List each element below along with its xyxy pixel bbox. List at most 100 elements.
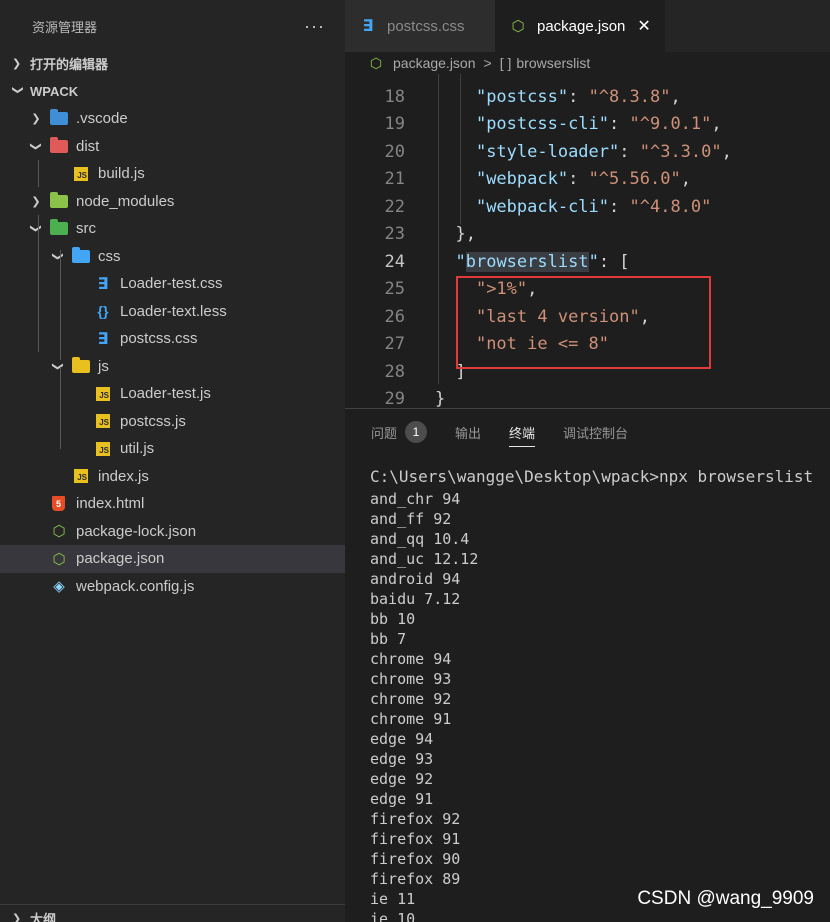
tree-file[interactable]: ∃ postcss.css [0,325,345,353]
tree-item-label: Loader-test.css [120,275,223,293]
tree-file[interactable]: ◈ webpack.config.js [0,573,345,601]
node-json-icon: ⬡ [52,550,66,568]
tree-file[interactable]: JS postcss.js [0,408,345,436]
tree-folder[interactable]: ❯ js [0,353,345,381]
panel-tab-label: 输出 [455,425,482,441]
code-line: 28 ] [345,358,466,386]
tree-file[interactable]: JS util.js [0,435,345,463]
line-number: 19 [384,114,405,135]
terminal-line: bb 10 [370,610,416,628]
tree-file[interactable]: JS build.js [0,160,345,188]
tree-item-label: js [98,357,109,375]
css-icon: ∃ [362,18,374,35]
outline-section[interactable]: ❯ 大纲 [0,904,345,922]
less-icon: {} [97,303,109,320]
terminal-line: bb 7 [370,630,407,648]
tree-item-label: webpack.config.js [76,577,195,595]
indent-guide [38,215,39,352]
code-text: "style-loader": "^3.3.0", [475,141,732,162]
tree-item-label: node_modules [76,192,175,210]
terminal-line: chrome 93 [370,670,452,688]
panel-tab[interactable]: 终端 [509,409,536,455]
tree-file[interactable]: ⬡ package-lock.json [0,518,345,546]
panel-tab-label: 问题 [371,425,398,441]
code-line: 19 "postcss-cli": "^9.0.1", [345,111,722,139]
breadcrumb: ⬡ package.json > [ ] browserslist [345,52,830,74]
chevron-right-icon: ❯ [12,57,22,70]
open-editors-label: 打开的编辑器 [30,56,109,72]
tree-file[interactable]: JS Loader-test.js [0,380,345,408]
line-number: 25 [384,279,405,300]
tree-item-label: package-lock.json [76,522,197,540]
terminal-line: firefox 91 [370,830,461,848]
explorer-title: 资源管理器 [32,19,98,35]
dist-folder-icon [50,136,68,154]
panel-tab[interactable]: 输出 [455,409,481,455]
terminal[interactable]: C:\Users\wangge\Desktop\wpack>npx browse… [345,455,830,922]
terminal-line: ie 10 [370,910,416,922]
js-icon: JS [74,469,88,484]
tree-file[interactable]: {} Loader-text.less [0,298,345,326]
code-line: 18 "postcss": "^8.3.8", [345,83,681,111]
tree-folder[interactable]: ❯ dist [0,133,345,161]
code-text: "postcss-cli": "^9.0.1", [475,114,722,135]
js-icon: JS [96,441,110,456]
tree-file[interactable]: JS index.js [0,463,345,491]
terminal-line: firefox 90 [370,850,461,868]
tree-item-label: index.html [76,495,145,513]
tab-label: postcss.css [387,17,465,35]
tree-item-label: css [98,247,121,265]
line-number: 29 [384,389,405,408]
terminal-line: chrome 91 [370,710,452,728]
terminal-line: edge 92 [370,770,434,788]
chevron-down-icon: ❯ [11,85,24,95]
breadcrumb-symbol[interactable]: browserslist [516,55,590,71]
chevron-right-icon: ❯ [31,195,41,208]
js-icon: JS [96,414,110,429]
project-section[interactable]: ❯ WPACK [0,77,345,105]
explorer-sidebar: 资源管理器 ··· ❯ 打开的编辑器 ❯ WPACK ❯ .vscode ❯ dist… [0,0,345,922]
panel-tab[interactable]: 调试控制台 [563,409,628,455]
panel-tab[interactable]: 问题 1 [371,409,428,455]
tree-file[interactable]: ⬡ package.json [0,545,345,573]
terminal-line: edge 91 [370,790,434,808]
bottom-panel: 问题 1 输出 终端 调试控制台 C:\Users\wangge\Desktop\wpa… [345,408,830,922]
tab-postcss-css[interactable]: ∃ postcss.css [345,0,495,52]
tree-file[interactable]: 5 index.html [0,490,345,518]
js-folder-icon [72,356,90,374]
terminal-line: firefox 92 [370,810,461,828]
terminal-line: edge 93 [370,750,434,768]
close-icon[interactable]: ✕ [637,16,650,36]
array-symbol-icon: [ ] [499,55,512,71]
line-number: 18 [384,86,405,107]
css-icon: ∃ [97,275,109,293]
terminal-line: chrome 92 [370,690,452,708]
tree-folder[interactable]: ❯ node_modules [0,188,345,216]
tree-item-label: Loader-text.less [120,302,227,320]
code-line: 29} [345,386,446,408]
code-line: 20 "style-loader": "^3.3.0", [345,138,732,166]
breadcrumb-file[interactable]: package.json [393,55,476,71]
chevron-down-icon: ❯ [51,361,64,371]
css-icon: ∃ [97,330,109,348]
panel-tab-label: 调试控制台 [563,425,629,441]
watermark: CSDN @wang_9909 [637,888,814,909]
tree-folder[interactable]: ❯ css [0,243,345,271]
tree-folder[interactable]: ❯ .vscode [0,105,345,133]
more-actions-icon[interactable]: ··· [304,16,325,37]
tree-item-label: util.js [120,440,155,458]
code-text: "browserslist": [ [455,251,630,272]
tab-package-json[interactable]: ⬡ package.json ✕ [495,0,665,52]
terminal-line: android 94 [370,570,461,588]
editor-tab-bar: ∃ postcss.css ⬡ package.json ✕ [345,0,830,52]
chevron-down-icon: ❯ [29,141,42,151]
terminal-line: and_qq 10.4 [370,530,470,548]
panel-tab-label: 终端 [509,425,536,441]
open-editors-section[interactable]: ❯ 打开的编辑器 [0,49,345,77]
tree-file[interactable]: ∃ Loader-test.css [0,270,345,298]
terminal-line: firefox 89 [370,870,461,888]
indent-guide [60,367,61,449]
tree-folder[interactable]: ❯ src [0,215,345,243]
terminal-line: and_ff 92 [370,510,452,528]
node-folder-icon [50,191,68,209]
